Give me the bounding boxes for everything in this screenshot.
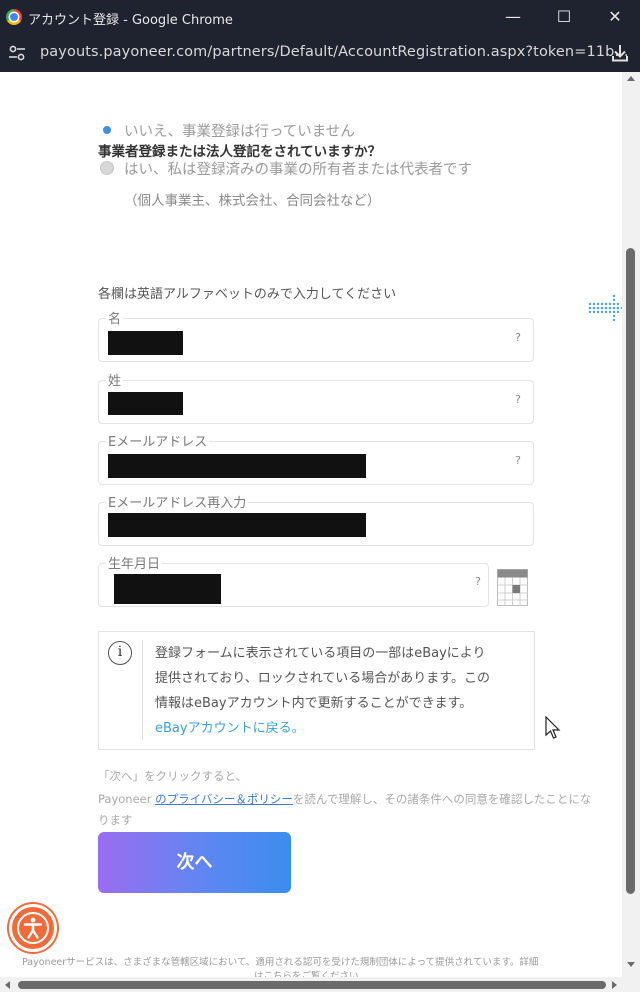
notice-line-3: 情報はeBayアカウント内で更新することができます。: [155, 696, 473, 711]
birthdate-help-icon[interactable]: ?: [470, 574, 486, 590]
scroll-right-arrow-icon[interactable]: [612, 981, 617, 989]
close-button[interactable]: ✕: [592, 0, 638, 34]
site-settings-icon[interactable]: [8, 44, 26, 62]
email-redacted-value: [108, 454, 366, 478]
consent-line-2: Payoneer のプライバシー＆ポリシーを読んで理解し、その諸条件への同意を確…: [98, 791, 591, 807]
option-business-owner-label[interactable]: はい、私は登録済みの事業の所有者または代表者です: [124, 158, 472, 179]
email-help-icon[interactable]: ?: [510, 453, 526, 469]
email-confirm-label: Eメールアドレス再入力: [106, 492, 249, 511]
notice-divider: [142, 640, 143, 740]
window-title: アカウント登録 - Google Chrome: [28, 13, 233, 28]
birthdate-redacted-value: [114, 574, 221, 604]
business-question: 事業者登録または法人登記をされていますか？: [98, 144, 382, 160]
next-button[interactable]: 次へ: [98, 832, 291, 893]
last-name-redacted-value: [108, 392, 183, 415]
accessibility-button[interactable]: [9, 904, 57, 952]
radio-business-owner[interactable]: [100, 161, 114, 175]
window-titlebar: アカウント登録 - Google Chrome — ☐ ✕: [0, 0, 640, 34]
first-name-redacted-value: [108, 331, 183, 355]
consent-line-1: 「次へ」をクリックすると、: [98, 769, 248, 783]
last-name-help-icon[interactable]: ?: [510, 392, 526, 408]
page-content: 事業者登録または法人登記をされていますか？ いいえ、事業登録は行っていません は…: [0, 72, 622, 977]
horizontal-scrollbar-thumb[interactable]: [18, 981, 606, 989]
consent-line-3: ります: [98, 813, 133, 827]
input-instruction: 各欄は英語アルファベットのみで入力してください: [98, 287, 397, 302]
privacy-policy-link[interactable]: のプライバシー＆ポリシー: [155, 792, 293, 806]
vertical-scrollbar-thumb[interactable]: [626, 248, 635, 894]
download-icon[interactable]: [610, 43, 630, 63]
mouse-cursor-icon: [545, 716, 561, 739]
consent-prefix: Payoneer: [98, 792, 156, 806]
option-business-owner-sub: （個人事業主、株式会社、合同会社など）: [124, 193, 381, 209]
notice-line-1: 登録フォームに表示されている項目の一部はeBayにより: [155, 646, 486, 661]
scroll-up-arrow-icon[interactable]: [627, 76, 635, 81]
last-name-label: 姓: [106, 370, 124, 389]
chrome-logo-icon: [6, 9, 22, 25]
birthdate-label: 生年月日: [106, 553, 163, 572]
accessibility-icon: [17, 912, 49, 944]
scroll-down-arrow-icon[interactable]: [627, 962, 635, 967]
dotted-arrow-icon: [588, 294, 622, 322]
minimize-button[interactable]: —: [490, 0, 536, 34]
calendar-icon[interactable]: [497, 569, 528, 606]
maximize-button[interactable]: ☐: [541, 0, 587, 34]
radio-no-business[interactable]: [100, 123, 114, 137]
footer-disclaimer-line-2[interactable]: はこちらをご覧ください: [254, 968, 359, 977]
email-label: Eメールアドレス: [106, 431, 210, 450]
first-name-label: 名: [106, 308, 124, 327]
option-no-business-label[interactable]: いいえ、事業登録は行っていません: [124, 120, 355, 141]
email-confirm-redacted-value: [108, 513, 366, 537]
first-name-help-icon[interactable]: ?: [510, 330, 526, 346]
info-icon: i: [108, 641, 132, 665]
back-to-ebay-link[interactable]: eBayアカウントに戻る。: [155, 717, 305, 736]
consent-suffix: を読んで理解し、その諸条件への同意を確認したことにな: [292, 792, 592, 806]
footer-disclaimer-line-1: Payoneerサービスは、さまざまな管轄区域において、適用される認可を受けた規…: [22, 957, 539, 968]
notice-line-2: 提供されており、ロックされている場合があります。この: [155, 671, 491, 686]
url-text[interactable]: payouts.payoneer.com/partners/Default/Ac…: [40, 44, 629, 60]
scroll-left-arrow-icon[interactable]: [5, 981, 10, 989]
